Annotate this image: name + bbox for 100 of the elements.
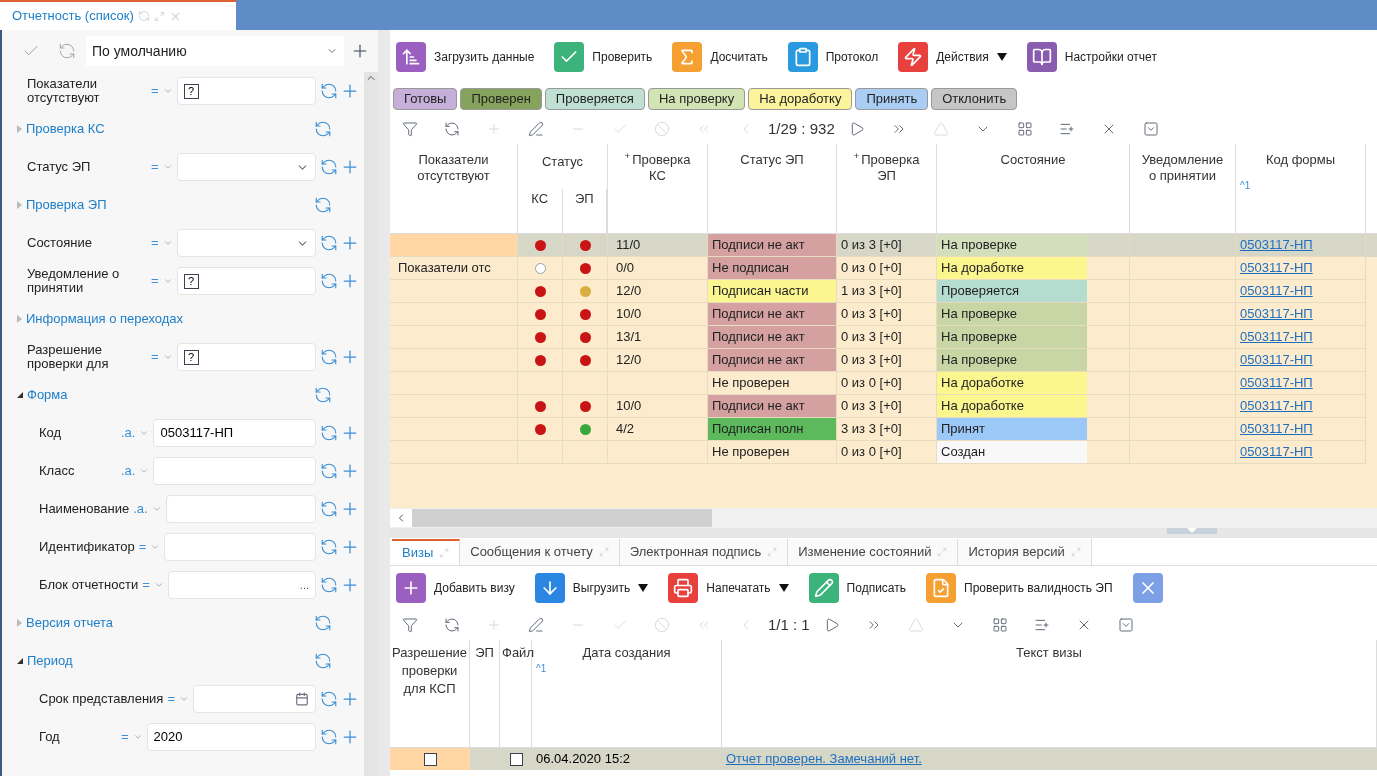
toolbar-button[interactable]: Напечатать [706, 579, 771, 597]
chevron-down-icon[interactable] [162, 86, 173, 96]
document-tab[interactable]: Отчетность (список) [0, 0, 236, 30]
cancel-icon[interactable] [654, 121, 670, 137]
check-icon[interactable] [554, 42, 585, 72]
detail-tab[interactable]: Визы [392, 539, 461, 565]
sign-icon[interactable] [808, 573, 839, 603]
print-icon[interactable] [668, 573, 699, 603]
edit-icon[interactable] [528, 617, 544, 633]
form-code-link[interactable]: 0503117-НП [1240, 373, 1313, 393]
toolbar-button[interactable]: Добавить визу [434, 579, 515, 597]
column-header[interactable]: Разрешение проверки для КСП [390, 644, 469, 698]
detail-tab[interactable]: История версий [958, 539, 1092, 565]
filter-input[interactable]: 0503117-НП [153, 419, 316, 447]
status-filter-chip[interactable]: Отклонить [931, 88, 1018, 110]
column-header[interactable]: Текст визы [722, 644, 1376, 662]
visa-text-link[interactable]: Отчет проверен. Замечаний нет. [726, 749, 922, 769]
table-row[interactable]: 06.04.2020 15:2 Отчет проверен. Замечаний нет. [390, 748, 1377, 770]
reset-icon[interactable] [320, 348, 338, 366]
add-columns-icon[interactable] [1033, 617, 1050, 633]
pane-splitter[interactable] [390, 528, 1377, 538]
expand-icon[interactable] [153, 10, 165, 22]
delete-icon[interactable] [1132, 573, 1163, 603]
expanded-triangle-icon[interactable] [17, 392, 23, 398]
toolbar-button[interactable]: Проверить [592, 48, 653, 66]
table-row[interactable]: 11/0 Подписи не акт 0 из 3 [+0] На проверке 0503117-НП [390, 234, 1377, 257]
filter-icon[interactable] [402, 617, 418, 633]
toolbar-button[interactable]: Действия [936, 48, 989, 66]
expand-icon[interactable] [767, 547, 778, 557]
column-header[interactable]: Состояние [992, 152, 1074, 168]
cancel-icon[interactable] [654, 617, 670, 633]
filter-input[interactable]: ? [176, 77, 316, 105]
group-header[interactable]: Проверка КС [26, 119, 314, 139]
chevron-down-icon[interactable] [151, 504, 162, 514]
chevron-down-icon[interactable] [162, 162, 173, 172]
expand-icon[interactable] [598, 547, 609, 557]
chevron-down-icon[interactable] [179, 694, 189, 704]
tristate-checkbox[interactable]: ? [183, 83, 199, 99]
column-header[interactable]: Дата создания [532, 644, 721, 662]
filter-input[interactable] [153, 457, 316, 485]
reset-icon[interactable] [320, 538, 338, 556]
table-row[interactable]: Не проверен 0 из 0 [+0] Создан 0503117-НП [390, 441, 1377, 464]
toolbar-button[interactable]: Протокол [825, 48, 879, 66]
column-header[interactable]: $^{+}$Проверка КС [608, 152, 707, 184]
form-code-link[interactable]: 0503117-НП [1240, 281, 1313, 301]
detail-tab[interactable]: Сообщения к отчету [460, 539, 620, 565]
export-icon[interactable] [534, 573, 565, 603]
reset-icon[interactable] [314, 614, 332, 632]
column-header[interactable]: Показатели отсутствуют [390, 152, 517, 184]
reset-icon[interactable] [320, 234, 338, 252]
table-row[interactable]: 10/0 Подписи не акт 0 из 3 [+0] На проверке 0503117-НП [390, 303, 1377, 326]
collapsed-triangle-icon[interactable] [17, 315, 22, 323]
reset-icon[interactable] [320, 82, 338, 100]
sum-icon[interactable] [672, 42, 703, 72]
upload-icon[interactable] [396, 42, 426, 72]
reset-icon[interactable] [320, 690, 338, 708]
chevron-down-icon[interactable] [153, 580, 164, 590]
dropdown-caret-icon[interactable] [996, 53, 1007, 61]
table-row[interactable]: 12/0 Подписи не акт 0 из 3 [+0] На проверке 0503117-НП [390, 349, 1377, 372]
form-code-link[interactable]: 0503117-НП [1240, 235, 1313, 255]
group-header[interactable]: Версия отчета [26, 613, 314, 633]
filter-input[interactable] [165, 495, 316, 523]
column-header[interactable]: Статус ЭП [732, 152, 812, 168]
filter-input[interactable]: ? [176, 267, 316, 295]
checkbox[interactable] [509, 752, 523, 766]
chevron-down-icon[interactable] [162, 238, 173, 248]
column-header[interactable]: Код формы [1257, 152, 1344, 168]
reset-icon[interactable] [314, 652, 332, 670]
form-code-link[interactable]: 0503117-НП [1240, 396, 1313, 416]
move-up-icon[interactable] [907, 617, 924, 633]
reset-icon[interactable] [320, 728, 338, 746]
reset-icon[interactable] [314, 196, 332, 214]
reset-icon[interactable] [320, 424, 338, 442]
dropdown-caret-icon[interactable] [778, 584, 789, 592]
filter-input[interactable]: 2020 [146, 723, 316, 751]
chevron-down-icon[interactable] [139, 466, 150, 476]
preset-dropdown[interactable]: По умолчанию [86, 36, 344, 66]
collapsed-triangle-icon[interactable] [17, 201, 22, 209]
scrollbar-thumb[interactable] [412, 509, 712, 527]
table-row[interactable]: Не проверен 0 из 0 [+0] На доработке 0503117-НП [390, 372, 1377, 395]
toolbar-button[interactable]: Проверить валидность ЭП [964, 579, 1113, 597]
refresh-icon[interactable] [444, 121, 460, 137]
reset-icon[interactable] [58, 42, 76, 60]
toolbar-button[interactable]: Досчитать [710, 48, 768, 66]
form-code-link[interactable]: 0503117-НП [1240, 350, 1313, 370]
filter-input[interactable]: ... [167, 571, 316, 599]
status-filter-chip[interactable]: Проверен [460, 88, 542, 110]
chevron-down-icon[interactable] [132, 732, 143, 742]
column-header[interactable]: $^{+}$Проверка ЭП [837, 152, 936, 184]
form-code-link[interactable]: 0503117-НП [1240, 419, 1313, 439]
filter-input[interactable] [164, 533, 316, 561]
chevron-down-icon[interactable] [162, 352, 173, 362]
lookup-button[interactable]: ... [299, 576, 309, 594]
validate-icon[interactable] [926, 573, 956, 603]
chevron-down-icon[interactable] [139, 428, 150, 438]
status-filter-chip[interactable]: Принять [855, 88, 929, 110]
column-header[interactable]: КС [518, 189, 563, 233]
expand-icon[interactable] [1070, 547, 1081, 557]
grid-icon[interactable] [991, 617, 1008, 633]
collapsed-triangle-icon[interactable] [17, 619, 22, 627]
